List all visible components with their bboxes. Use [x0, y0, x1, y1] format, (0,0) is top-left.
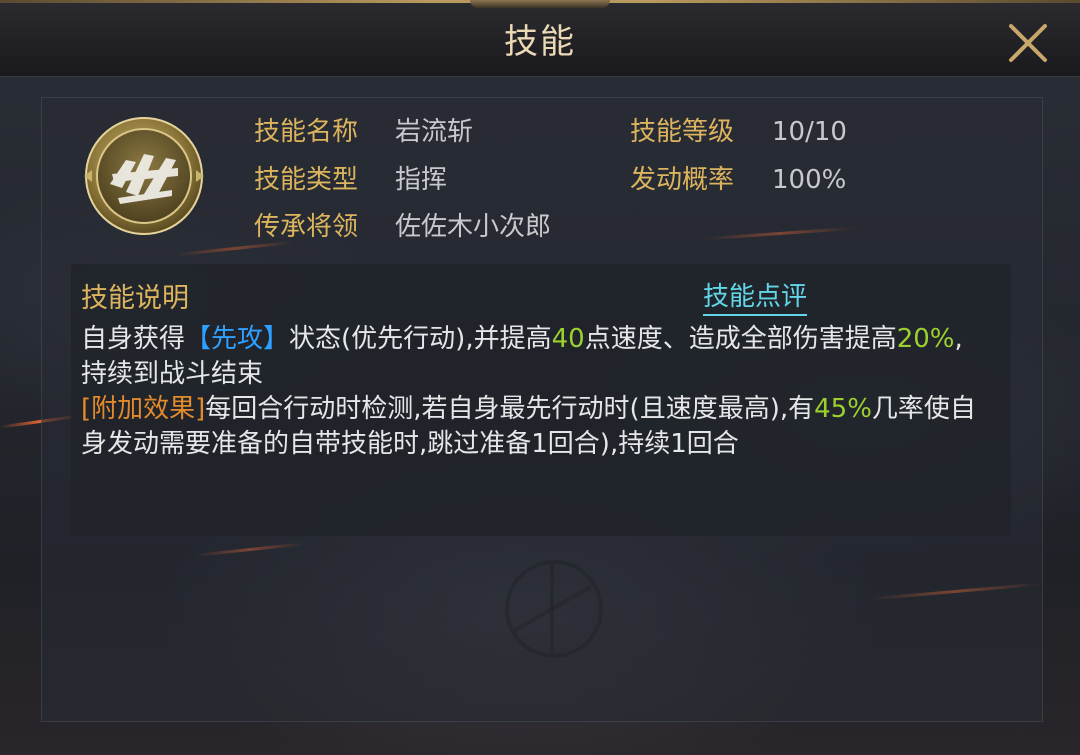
skill-level-label: 技能等级 [630, 117, 735, 147]
description-text: 自身获得【先攻】状态(优先行动),并提高40点速度、造成全部伤害提高20%,持续… [81, 322, 981, 462]
first-strike-keyword: 【先攻】 [185, 324, 290, 354]
desc-text-segment: 状态(优先行动),并提高 [289, 324, 552, 354]
skill-name-value: 岩流斩 [395, 117, 474, 147]
skill-type-value: 指挥 [395, 165, 448, 195]
trigger-rate-label: 发动概率 [630, 165, 735, 195]
skill-name-label: 技能名称 [254, 117, 359, 147]
chance-value: 45% [814, 394, 872, 424]
damage-bonus-value: 20% [896, 324, 955, 354]
skill-emblem-icon [82, 114, 206, 238]
inherit-general-value: 佐佐木小次郎 [395, 212, 552, 242]
speed-bonus-value: 40 [551, 324, 585, 354]
title-bar-ornament [470, 0, 610, 8]
skill-review-link[interactable]: 技能点评 [703, 276, 808, 316]
page-title: 技能 [504, 22, 576, 62]
desc-text-segment: 每回合行动时检测,若自身最先行动时(且速度最高),有 [205, 394, 815, 424]
description-paragraph: [附加效果]每回合行动时检测,若自身最先行动时(且速度最高),有45%几率使自身… [81, 392, 981, 462]
description-title: 技能说明 [81, 283, 189, 314]
extra-effect-tag: [附加效果] [81, 394, 206, 424]
inherit-general-label: 传承将领 [254, 212, 359, 242]
skill-type-label: 技能类型 [254, 165, 359, 195]
skill-level-value: 10/10 [772, 117, 847, 147]
desc-text-segment: 点速度、造成全部伤害提高 [584, 324, 897, 354]
close-icon [1009, 24, 1047, 62]
desc-text-segment: 自身获得 [81, 324, 186, 354]
description-paragraph: 自身获得【先攻】状态(优先行动),并提高40点速度、造成全部伤害提高20%,持续… [81, 322, 981, 392]
trigger-rate-value: 100% [772, 165, 847, 195]
close-button[interactable] [1003, 18, 1053, 68]
